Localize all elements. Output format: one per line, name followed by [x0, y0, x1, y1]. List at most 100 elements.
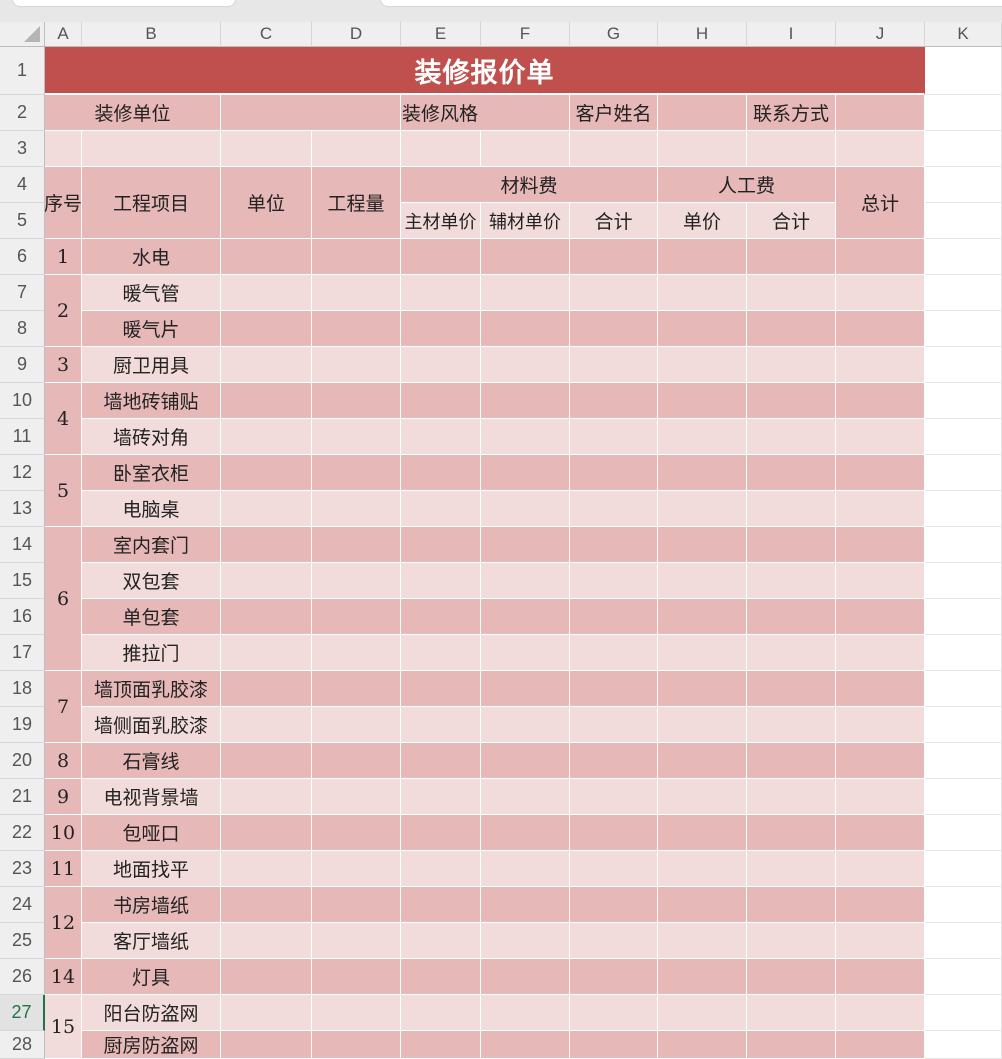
cell[interactable] [221, 131, 312, 167]
cell[interactable] [925, 419, 1002, 455]
cell[interactable] [570, 527, 658, 563]
cell[interactable] [836, 1031, 925, 1059]
cell[interactable] [481, 527, 570, 563]
column-header-f[interactable]: F [481, 22, 570, 47]
cell[interactable] [221, 923, 312, 959]
cell[interactable] [401, 959, 481, 995]
cell[interactable] [925, 95, 1002, 131]
cell[interactable] [221, 959, 312, 995]
header-item[interactable]: 工程项目 [82, 167, 221, 239]
cell[interactable] [481, 887, 570, 923]
column-header-b[interactable]: B [82, 22, 221, 47]
cell[interactable] [747, 995, 836, 1031]
column-header-e[interactable]: E [401, 22, 481, 47]
cell[interactable] [836, 671, 925, 707]
cell[interactable] [658, 959, 747, 995]
cell[interactable] [925, 599, 1002, 635]
cell[interactable] [836, 491, 925, 527]
header-main-price[interactable]: 主材单价 [401, 203, 481, 239]
cell[interactable] [481, 923, 570, 959]
cell[interactable] [401, 419, 481, 455]
cell[interactable] [221, 635, 312, 671]
cell[interactable] [45, 131, 82, 167]
column-header-a[interactable]: A [45, 22, 82, 47]
cell[interactable] [836, 923, 925, 959]
cell[interactable] [658, 779, 747, 815]
cell[interactable] [747, 743, 836, 779]
cell[interactable] [481, 815, 570, 851]
seq-cell[interactable]: 14 [45, 959, 82, 995]
cell[interactable] [925, 887, 1002, 923]
label-unit[interactable]: 装修单位 [45, 95, 221, 131]
cell[interactable] [401, 491, 481, 527]
cell[interactable] [747, 419, 836, 455]
cell[interactable] [570, 923, 658, 959]
cell[interactable] [747, 959, 836, 995]
cell[interactable] [570, 347, 658, 383]
row-header-19[interactable]: 19 [0, 707, 45, 743]
cell[interactable] [312, 347, 401, 383]
cell[interactable] [221, 599, 312, 635]
cell[interactable] [836, 959, 925, 995]
cell[interactable] [836, 887, 925, 923]
cell[interactable] [312, 383, 401, 419]
cell[interactable] [836, 347, 925, 383]
cell[interactable] [312, 743, 401, 779]
cell[interactable] [401, 311, 481, 347]
cell[interactable] [570, 887, 658, 923]
seq-cell[interactable]: 4 [45, 383, 82, 455]
cell[interactable] [925, 167, 1002, 203]
cell[interactable] [312, 635, 401, 671]
cell[interactable] [658, 419, 747, 455]
cell[interactable] [312, 707, 401, 743]
cell[interactable] [221, 455, 312, 491]
row-header-25[interactable]: 25 [0, 923, 45, 959]
cell[interactable] [658, 383, 747, 419]
cell[interactable] [481, 347, 570, 383]
cell[interactable] [221, 1031, 312, 1059]
cell[interactable] [312, 923, 401, 959]
cell[interactable] [747, 635, 836, 671]
cell[interactable] [481, 995, 570, 1031]
cell[interactable] [747, 851, 836, 887]
item-cell[interactable]: 室内套门 [82, 527, 221, 563]
cell[interactable] [221, 779, 312, 815]
row-header-3[interactable]: 3 [0, 131, 45, 167]
cell[interactable] [658, 743, 747, 779]
cell[interactable] [401, 599, 481, 635]
row-header-28[interactable]: 28 [0, 1031, 45, 1059]
cell[interactable] [221, 419, 312, 455]
cell[interactable] [401, 563, 481, 599]
seq-cell[interactable]: 9 [45, 779, 82, 815]
cell[interactable] [925, 923, 1002, 959]
cell[interactable] [836, 527, 925, 563]
header-aux-price[interactable]: 辅材单价 [481, 203, 570, 239]
column-header-g[interactable]: G [570, 22, 658, 47]
cell[interactable] [401, 743, 481, 779]
cell[interactable] [570, 851, 658, 887]
cell[interactable] [925, 743, 1002, 779]
cell[interactable] [925, 671, 1002, 707]
cell[interactable] [925, 959, 1002, 995]
header-seq[interactable]: 序号 [45, 167, 82, 239]
cell[interactable] [658, 311, 747, 347]
cell[interactable] [570, 599, 658, 635]
cell[interactable] [836, 275, 925, 311]
cell[interactable] [747, 671, 836, 707]
row-header-11[interactable]: 11 [0, 419, 45, 455]
column-header-i[interactable]: I [747, 22, 836, 47]
row-header-24[interactable]: 24 [0, 887, 45, 923]
cell[interactable] [925, 239, 1002, 275]
cell[interactable] [401, 239, 481, 275]
row-header-2[interactable]: 2 [0, 95, 45, 131]
cell[interactable] [747, 1031, 836, 1059]
cell[interactable] [481, 131, 570, 167]
row-header-13[interactable]: 13 [0, 491, 45, 527]
item-cell[interactable]: 厨卫用具 [82, 347, 221, 383]
cell[interactable] [221, 527, 312, 563]
cell[interactable] [658, 995, 747, 1031]
row-header-26[interactable]: 26 [0, 959, 45, 995]
cell[interactable] [401, 527, 481, 563]
row-header-8[interactable]: 8 [0, 311, 45, 347]
cell[interactable] [570, 995, 658, 1031]
